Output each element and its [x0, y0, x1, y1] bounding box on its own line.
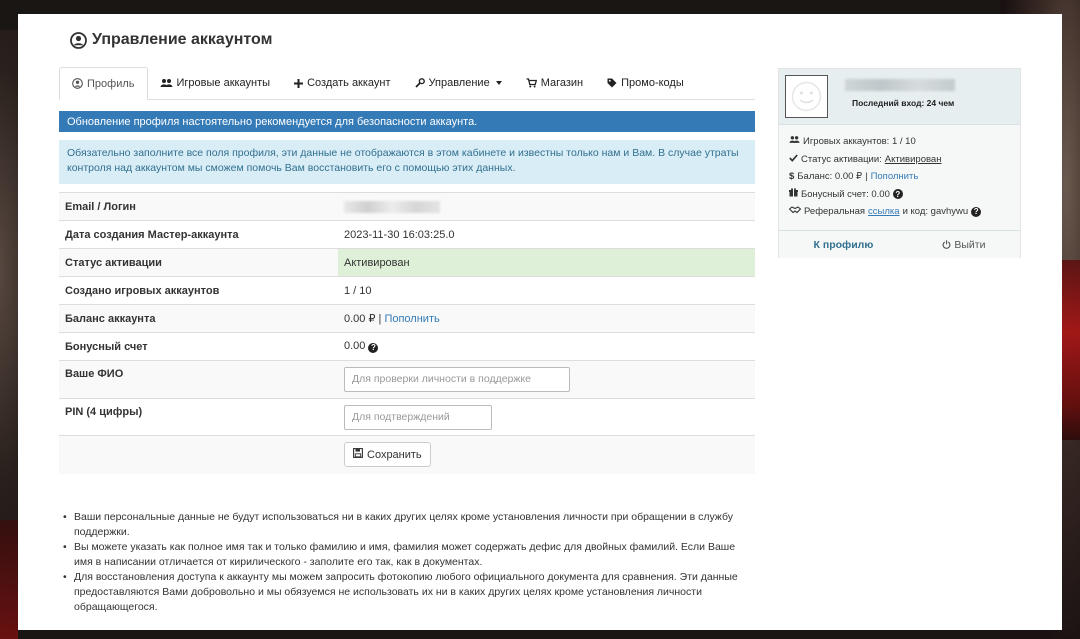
- tab-label: Управление: [428, 77, 490, 89]
- table-row: Дата создания Мастер-аккаунта 2023-11-30…: [59, 220, 755, 249]
- plus-icon: [294, 78, 304, 88]
- question-icon[interactable]: ?: [368, 342, 379, 353]
- card-header: Последний вход: 24 чем: [779, 69, 1020, 125]
- card-referral: Реферальная ссылка и код: gavhywu ?: [788, 203, 1010, 221]
- last-login: Последний вход: 24 чем: [852, 98, 955, 108]
- bonus-value: 0.00: [344, 340, 366, 353]
- tab-create-account[interactable]: Создать аккаунт: [282, 67, 402, 99]
- tab-game-accounts[interactable]: Игровые аккаунты: [148, 67, 283, 99]
- list-item: Вы можете указать как полное имя так и т…: [63, 540, 754, 570]
- handshake-icon: [788, 203, 802, 221]
- game-accounts-label: Создано игровых аккаунтов: [59, 276, 338, 305]
- balance-value: 0.00 ₽: [344, 313, 376, 325]
- balance-label: Баланс аккаунта: [59, 304, 338, 333]
- card-bonus: Бонусный счет: 0.00 ?: [789, 186, 1010, 204]
- username-redacted: [845, 79, 955, 91]
- referral-link[interactable]: ссылка: [868, 203, 900, 221]
- status-value: Активирован: [338, 248, 755, 277]
- page-title-text: Управление аккаунтом: [92, 31, 273, 48]
- wechat-icon: [889, 573, 925, 605]
- users-icon: [789, 133, 800, 151]
- logout-button[interactable]: Выйти: [942, 239, 985, 251]
- avatar: [785, 75, 828, 118]
- security-alert: Обновление профиля настоятельно рекоменд…: [59, 111, 755, 132]
- topup-link[interactable]: Пополнить: [384, 313, 439, 325]
- table-row: PIN (4 цифры) Для подтверждений: [59, 398, 755, 436]
- dollar-icon: $: [789, 171, 795, 182]
- profile-table: Email / Логин Дата создания Мастер-аккау…: [59, 192, 755, 474]
- power-icon: [942, 239, 951, 251]
- chevron-down-icon: [495, 81, 502, 85]
- table-row: Баланс аккаунта 0.00 ₽ | Пополнить: [59, 304, 755, 333]
- table-row: Создано игровых аккаунтов 1 / 10: [59, 276, 755, 305]
- tab-label: Магазин: [540, 77, 584, 89]
- save-icon: [353, 448, 363, 461]
- card-status: Статус активации: Активирован: [789, 151, 1010, 169]
- email-label: Email / Логин: [59, 192, 338, 221]
- created-label: Дата создания Мастер-аккаунта: [59, 220, 338, 249]
- page-title: Управление аккаунтом: [70, 31, 272, 49]
- cart-icon: [526, 78, 537, 88]
- card-footer: К профилю Выйти: [779, 230, 1020, 258]
- game-accounts-value: 1 / 10: [338, 276, 755, 305]
- card-status-value: Активирован: [884, 153, 942, 165]
- separator: |: [378, 313, 382, 325]
- pin-input[interactable]: Для подтверждений: [344, 404, 492, 430]
- notes-list: Ваши персональные данные не будут исполь…: [63, 510, 754, 615]
- table-row: Сохранить: [59, 435, 755, 474]
- created-value: 2023-11-30 16:03:25.0: [338, 220, 755, 249]
- main-panel: Управление аккаунтом Профиль Игровые акк…: [18, 14, 1062, 630]
- tab-label: Профиль: [87, 77, 135, 90]
- check-icon: [789, 151, 798, 169]
- email-value-redacted: [344, 200, 440, 213]
- tab-label: Промо-коды: [621, 77, 684, 89]
- tab-profile[interactable]: Профиль: [59, 67, 148, 100]
- to-profile-link[interactable]: К профилю: [814, 239, 874, 251]
- question-icon[interactable]: ?: [971, 206, 982, 217]
- tab-label: Игровые аккаунты: [176, 77, 271, 89]
- card-body: Игровых аккаунтов: 1 / 10 Статус активац…: [779, 125, 1020, 230]
- gift-icon: [789, 186, 798, 204]
- users-icon: [160, 78, 173, 88]
- question-icon[interactable]: ?: [892, 189, 903, 200]
- tag-icon: [607, 78, 617, 88]
- save-button-label: Сохранить: [367, 448, 422, 461]
- tab-bar: Профиль Игровые аккаунты Создать аккаунт…: [59, 67, 755, 100]
- table-row: Бонусный счет 0.00 ?: [59, 332, 755, 361]
- info-alert: Обязательно заполните все поля профиля, …: [59, 140, 755, 184]
- card-topup-link[interactable]: Пополнить: [871, 168, 919, 186]
- list-item: Для восстановления доступа к аккаунту мы…: [63, 570, 754, 615]
- fio-label: Ваше ФИО: [59, 360, 338, 399]
- table-row: Статус активации Активирован: [59, 248, 755, 277]
- save-button[interactable]: Сохранить: [344, 442, 431, 468]
- user-circle-icon: [70, 31, 87, 49]
- wrench-icon: [414, 78, 425, 88]
- user-circle-icon: [72, 78, 83, 89]
- account-summary-card: Последний вход: 24 чем Игровых аккаунтов…: [778, 68, 1021, 258]
- tab-management-dropdown[interactable]: Управление: [403, 67, 514, 99]
- list-item: Ваши персональные данные не будут исполь…: [63, 510, 754, 540]
- tab-promo-codes[interactable]: Промо-коды: [595, 67, 696, 99]
- card-balance: $ Баланс: 0.00 ₽ | Пополнить: [789, 168, 1010, 186]
- table-row: Email / Логин: [59, 192, 755, 221]
- watermark-text: 正经的米饭: [930, 579, 1046, 604]
- tab-label: Создать аккаунт: [307, 77, 391, 89]
- card-game-accounts: Игровых аккаунтов: 1 / 10: [789, 133, 1010, 151]
- fio-input[interactable]: Для проверки личности в поддержке: [344, 367, 570, 392]
- bonus-label: Бонусный счет: [59, 332, 338, 361]
- status-label: Статус активации: [59, 248, 338, 277]
- watermark: 正经的米饭: [889, 573, 1046, 605]
- pin-label: PIN (4 цифры): [59, 398, 338, 436]
- table-row: Ваше ФИО Для проверки личности в поддерж…: [59, 360, 755, 399]
- tab-shop[interactable]: Магазин: [514, 67, 595, 99]
